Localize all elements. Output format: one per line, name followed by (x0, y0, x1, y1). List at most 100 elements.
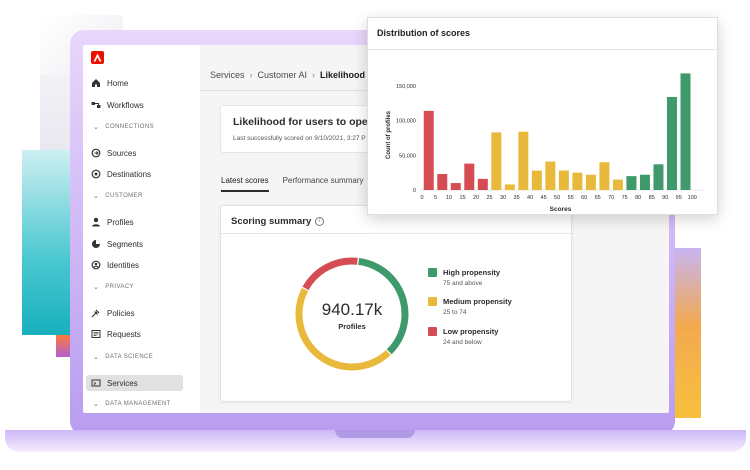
sidebar-item-policies[interactable]: Policies (91, 305, 135, 321)
sidebar-item-profiles[interactable]: Profiles (91, 214, 134, 230)
bar-score-30[interactable] (504, 184, 515, 190)
distribution-bar-chart: 0 50,000 100,000 150,000 0 5 10 15 20 25 30 35 40 45 5… (386, 73, 703, 213)
bar-score-25[interactable] (491, 132, 502, 190)
x-tick-label: 15 (459, 195, 465, 201)
tab-latest-scores[interactable]: Latest scores (221, 176, 269, 192)
bar-score-70[interactable] (612, 179, 623, 190)
bar-score-35[interactable] (518, 131, 529, 190)
sidebar-section-customer[interactable]: ⌄ CUSTOMER (93, 192, 143, 200)
sidebar-item-segments[interactable]: Segments (91, 236, 143, 252)
x-tick-label: 5 (434, 195, 437, 201)
chevron-down-icon: ⌄ (93, 354, 100, 361)
bar-score-40[interactable] (531, 170, 542, 190)
y-axis-title: Count of profiles (386, 110, 392, 159)
y-tick-label: 150,000 (396, 84, 416, 90)
bar-score-10[interactable] (450, 183, 461, 190)
x-tick-label: 20 (473, 195, 479, 201)
x-axis-title: Scores (550, 206, 572, 213)
bar-score-55[interactable] (572, 172, 583, 190)
distribution-chart-title: Distribution of scores (377, 28, 471, 38)
services-icon (91, 379, 101, 387)
sidebar-item-services[interactable]: Services (86, 375, 183, 391)
legend-name: Medium propensity (443, 297, 512, 306)
sidebar-item-requests[interactable]: Requests (91, 326, 141, 342)
x-tick-label: 65 (595, 195, 601, 201)
x-tick-label: 0 (420, 195, 423, 201)
donut-total-value: 940.17k (321, 300, 383, 319)
x-tick-label: 60 (581, 195, 587, 201)
bar-score-85[interactable] (653, 164, 664, 190)
bar-score-0[interactable] (423, 110, 434, 190)
sidebar-item-label: Sources (107, 148, 137, 158)
sources-icon (91, 148, 101, 158)
sidebar-item-sources[interactable]: Sources (91, 145, 136, 161)
x-tick-label: 10 (446, 195, 452, 201)
y-tick-label: 50,000 (399, 153, 416, 159)
sidebar-item-destinations[interactable]: Destinations (91, 166, 151, 182)
sidebar-item-home[interactable]: Home (91, 75, 128, 91)
x-tick-label: 50 (554, 195, 560, 201)
sidebar-item-label: Identities (107, 260, 140, 270)
identities-icon (91, 260, 101, 270)
sidebar-section-privacy[interactable]: ⌄ PRIVACY (93, 283, 134, 291)
tab-bar: Latest scores Performance summary (221, 176, 364, 192)
x-tick-label: 35 (514, 195, 520, 201)
bar-score-80[interactable] (639, 174, 650, 190)
bar-score-75[interactable] (626, 176, 637, 190)
x-tick-label: 30 (500, 195, 506, 201)
x-tick-label: 85 (649, 195, 655, 201)
info-icon[interactable]: i (315, 217, 325, 226)
bar-score-50[interactable] (558, 170, 569, 190)
x-tick-label: 40 (527, 195, 533, 201)
legend-range: 25 to 74 (443, 309, 467, 316)
model-last-scored: Last successfully scored on 9/10/2021, 3… (233, 135, 366, 142)
x-tick-label: 90 (662, 195, 668, 201)
sidebar-item-identities[interactable]: Identities (91, 257, 139, 273)
sidebar-item-label: Home (107, 78, 129, 88)
sidebar-section-data-management[interactable]: ⌄ DATA MANAGEMENT (93, 400, 171, 408)
breadcrumb-item-services[interactable]: Services (210, 70, 245, 80)
sidebar-section-label: CONNECTIONS (105, 124, 155, 130)
legend-swatch-low (428, 327, 437, 336)
sidebar: Home Workflows ⌄ CONNECTIONS Sources Destinat… (83, 45, 200, 413)
x-tick-label: 45 (541, 195, 547, 201)
bar-score-5[interactable] (437, 174, 448, 190)
decorative-gradient-bar (671, 248, 701, 418)
card-divider (221, 233, 573, 234)
bar-score-20[interactable] (477, 178, 488, 190)
legend-range: 75 and above (443, 280, 483, 287)
x-tick-label: 100 (688, 195, 697, 201)
legend-name: Low propensity (443, 327, 499, 336)
sidebar-item-label: Services (107, 378, 138, 388)
policies-icon (91, 309, 100, 318)
sidebar-item-label: Destinations (107, 169, 152, 179)
bar-score-95[interactable] (680, 73, 691, 190)
x-tick-label: 75 (622, 195, 628, 201)
x-tick-label: 55 (568, 195, 574, 201)
sidebar-section-label: CUSTOMER (105, 193, 143, 199)
sidebar-item-label: Requests (107, 329, 141, 339)
breadcrumb-item-customer-ai[interactable]: Customer AI (258, 70, 308, 80)
chevron-down-icon: ⌄ (93, 124, 100, 131)
bar-score-90[interactable] (666, 96, 677, 190)
profile-icon (92, 217, 100, 227)
adobe-logo-icon[interactable] (91, 51, 104, 64)
sidebar-item-workflows[interactable]: Workflows (91, 97, 144, 113)
sidebar-item-label: Policies (107, 308, 135, 318)
sidebar-section-connections[interactable]: ⌄ CONNECTIONS (93, 123, 154, 131)
sidebar-section-data-science[interactable]: ⌄ DATA SCIENCE (93, 353, 153, 361)
breadcrumb-separator-icon: › (249, 70, 253, 80)
bar-score-65[interactable] (599, 162, 610, 190)
chevron-down-icon: ⌄ (93, 284, 100, 291)
distribution-of-scores-card: Distribution of scores 0 50,000 100,000 150… (367, 17, 719, 215)
donut-total-label: Profiles (338, 322, 366, 331)
sidebar-section-label: DATA MANAGEMENT (105, 401, 171, 407)
bar-score-45[interactable] (545, 161, 556, 190)
workflow-icon (91, 102, 101, 108)
sidebar-item-label: Segments (107, 239, 144, 249)
destinations-icon (91, 169, 101, 179)
bar-score-60[interactable] (585, 174, 596, 190)
home-icon (92, 79, 100, 87)
tab-performance-summary[interactable]: Performance summary (283, 176, 364, 192)
bar-score-15[interactable] (464, 163, 475, 190)
